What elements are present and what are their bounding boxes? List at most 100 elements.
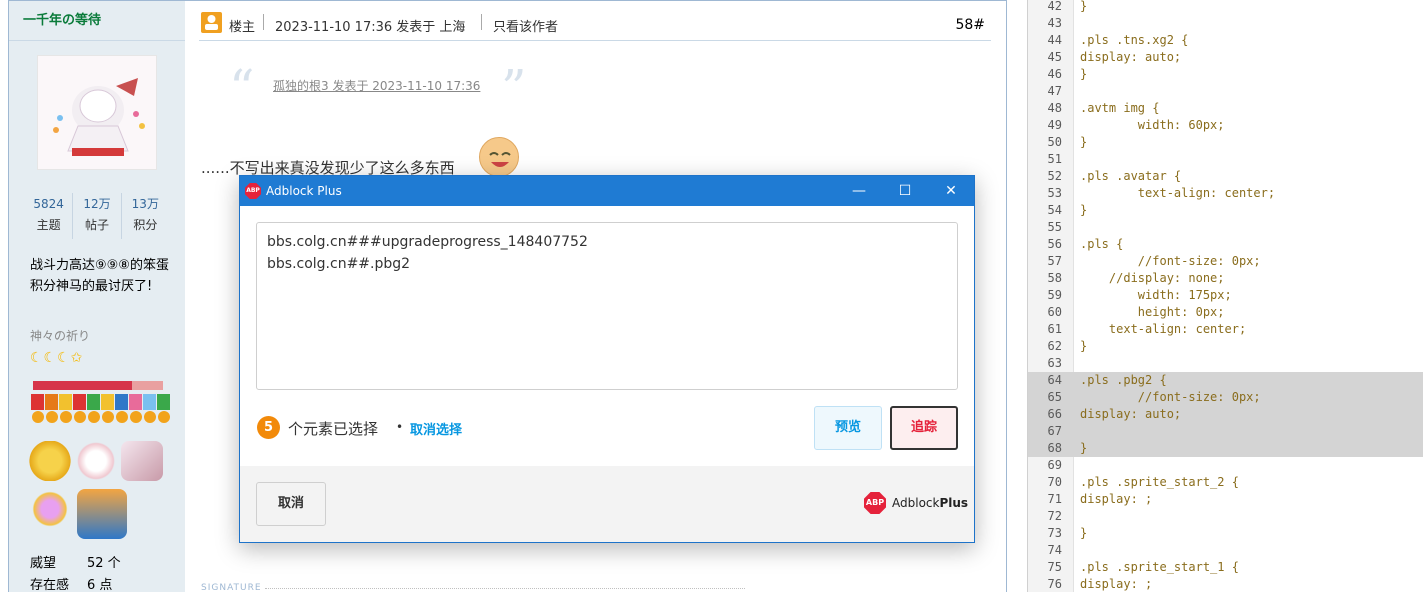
medal-icon[interactable] bbox=[129, 394, 142, 428]
code-text: } bbox=[1080, 441, 1088, 455]
dialog-title: Adblock Plus bbox=[266, 184, 342, 198]
line-number: 68 bbox=[1047, 441, 1062, 455]
code-text: .pls .avatar { bbox=[1080, 169, 1182, 183]
abp-logo-icon: ABP bbox=[245, 183, 261, 199]
medal-icon[interactable] bbox=[73, 394, 86, 428]
code-text: text-align: center; bbox=[1080, 186, 1276, 200]
medal-icon[interactable] bbox=[115, 394, 128, 428]
code-line: 66 display: auto; bbox=[1028, 406, 1423, 423]
medal-icon[interactable] bbox=[31, 394, 44, 428]
medal-icon[interactable] bbox=[59, 394, 72, 428]
filter-textarea[interactable]: bbs.colg.cn###upgradeprogress_148407752 … bbox=[256, 222, 958, 390]
code-text: display: auto; bbox=[1080, 50, 1182, 64]
code-text: //font-size: 0px; bbox=[1080, 254, 1261, 268]
stat-threads[interactable]: 5824 主题 bbox=[25, 193, 74, 239]
line-number: 64 bbox=[1047, 373, 1062, 387]
code-line: 45 display: auto; bbox=[1028, 49, 1423, 66]
badge-icon[interactable] bbox=[77, 489, 127, 539]
line-number: 54 bbox=[1047, 203, 1062, 217]
code-line: 50} bbox=[1028, 134, 1423, 151]
medal-icon[interactable] bbox=[87, 394, 100, 428]
line-number: 72 bbox=[1047, 509, 1062, 523]
credit-reputation: 威望 52 个 bbox=[30, 552, 121, 571]
code-text: } bbox=[1080, 0, 1088, 13]
line-number: 62 bbox=[1047, 339, 1062, 353]
code-line: 59 width: 175px; bbox=[1028, 287, 1423, 304]
dialog-titlebar[interactable]: ABP Adblock Plus — ☐ ✕ bbox=[240, 176, 974, 206]
code-line: 62} bbox=[1028, 338, 1423, 355]
line-number: 43 bbox=[1047, 16, 1062, 30]
stat-value: 5824 bbox=[33, 197, 64, 211]
code-editor[interactable]: 42} 43 44 .pls .tns.xg2 {45 display: auto; 46… bbox=[1027, 0, 1423, 592]
username-link[interactable]: 一千年の等待 bbox=[9, 1, 185, 41]
abp-brand-name: AdblockPlus bbox=[892, 496, 968, 510]
line-number: 45 bbox=[1047, 50, 1062, 64]
line-number: 69 bbox=[1047, 458, 1062, 472]
avatar[interactable] bbox=[37, 55, 157, 170]
medal-row bbox=[31, 394, 170, 428]
code-line: 42} bbox=[1028, 0, 1423, 15]
code-line: 57 //font-size: 0px; bbox=[1028, 253, 1423, 270]
code-text: //font-size: 0px; bbox=[1080, 390, 1261, 404]
dialog-footer: 取消 ABP AdblockPlus bbox=[240, 466, 974, 542]
selected-count-badge: 5 bbox=[257, 416, 280, 439]
signature-divider bbox=[265, 588, 745, 589]
deselect-link[interactable]: 取消选择 bbox=[410, 419, 462, 438]
preview-button[interactable]: 预览 bbox=[814, 406, 882, 450]
cancel-button[interactable]: 取消 bbox=[256, 482, 326, 526]
line-number: 63 bbox=[1047, 356, 1062, 370]
filter-rule: bbs.colg.cn##.pbg2 bbox=[267, 256, 411, 272]
code-text: .pls .sprite_start_2 { bbox=[1080, 475, 1239, 489]
minimize-button[interactable]: — bbox=[836, 176, 882, 206]
code-line: 63 bbox=[1028, 355, 1423, 372]
user-group[interactable]: 神々の祈り bbox=[30, 327, 90, 344]
code-line: 75 .pls .sprite_start_1 { bbox=[1028, 559, 1423, 576]
code-text: } bbox=[1080, 339, 1088, 353]
code-line: 54} bbox=[1028, 202, 1423, 219]
code-text: .pls .pbg2 { bbox=[1080, 373, 1167, 387]
code-line: 68} bbox=[1028, 440, 1423, 457]
laughing-emoji-icon bbox=[479, 137, 519, 177]
close-button[interactable]: ✕ bbox=[928, 176, 974, 206]
code-text: display: auto; bbox=[1080, 407, 1182, 421]
code-line: 70 .pls .sprite_start_2 { bbox=[1028, 474, 1423, 491]
user-custom-title: 战斗力高达⑨⑨⑧的笨蛋积分神马的最讨厌了! bbox=[30, 258, 169, 294]
stat-value: 12万 bbox=[83, 197, 111, 211]
medal-icon[interactable] bbox=[143, 394, 156, 428]
badge-icon[interactable] bbox=[75, 441, 117, 481]
quoted-post-link[interactable]: 孤独的根3 发表于 2023-11-10 17:36 bbox=[273, 77, 480, 94]
credit-value: 52 个 bbox=[87, 556, 121, 571]
code-line: 73} bbox=[1028, 525, 1423, 542]
only-author-link[interactable]: 只看该作者 bbox=[493, 16, 558, 35]
badge-icon[interactable] bbox=[121, 441, 163, 481]
code-text: } bbox=[1080, 526, 1088, 540]
line-number: 73 bbox=[1047, 526, 1062, 540]
medal-icon[interactable] bbox=[45, 394, 58, 428]
quote-close-icon: ” bbox=[501, 59, 527, 117]
stat-value: 13万 bbox=[131, 197, 159, 211]
code-text: } bbox=[1080, 67, 1088, 81]
block-button[interactable]: 追踪 bbox=[890, 406, 958, 450]
brand-prefix: Adblock bbox=[892, 496, 940, 510]
stat-posts[interactable]: 12万 帖子 bbox=[73, 193, 122, 239]
line-number: 70 bbox=[1047, 475, 1062, 489]
maximize-button[interactable]: ☐ bbox=[882, 176, 928, 206]
stat-label: 帖子 bbox=[84, 218, 109, 232]
line-number: 60 bbox=[1047, 305, 1062, 319]
line-number: 42 bbox=[1047, 0, 1062, 13]
line-number: 52 bbox=[1047, 169, 1062, 183]
code-line: 64 .pls .pbg2 { bbox=[1028, 372, 1423, 389]
badge-icon[interactable] bbox=[29, 441, 71, 481]
badge-icon[interactable] bbox=[29, 489, 71, 529]
medal-icon[interactable] bbox=[157, 394, 170, 428]
separator-dot: • bbox=[396, 420, 404, 434]
code-line: 47 bbox=[1028, 83, 1423, 100]
signature-label: SIGNATURE bbox=[201, 583, 262, 592]
stat-points[interactable]: 13万 积分 bbox=[122, 193, 169, 239]
medal-icon[interactable] bbox=[101, 394, 114, 428]
code-text: width: 60px; bbox=[1080, 118, 1225, 132]
user-info-column: 一千年の等待 5824 主题 12万 帖子 13万 积分 战斗力高达⑨⑨⑧的笨蛋… bbox=[9, 1, 185, 592]
line-number: 57 bbox=[1047, 254, 1062, 268]
line-number: 59 bbox=[1047, 288, 1062, 302]
floor-number[interactable]: 58# bbox=[955, 17, 985, 33]
